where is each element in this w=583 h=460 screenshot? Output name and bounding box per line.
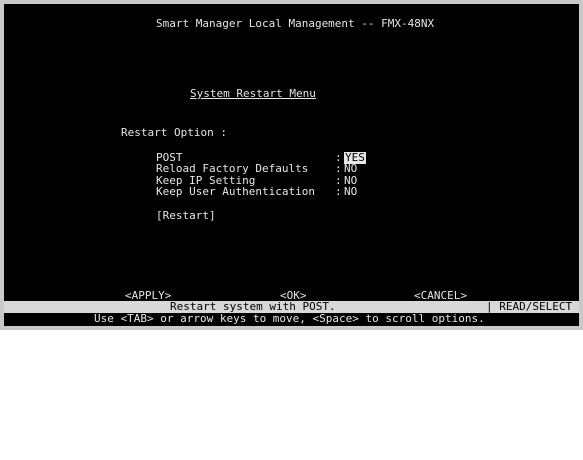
restart-button[interactable]: [Restart] bbox=[156, 210, 216, 222]
terminal-screen: Smart Manager Local Management -- FMX-48… bbox=[4, 4, 579, 326]
window-title: Smart Manager Local Management -- FMX-48… bbox=[156, 17, 435, 30]
option-label-keep-user-authentication: Keep User Authentication bbox=[156, 185, 315, 198]
option-value-keep-user-authentication[interactable]: NO bbox=[344, 186, 357, 198]
menu-title: System Restart Menu bbox=[190, 87, 316, 100]
terminal-frame: Smart Manager Local Management -- FMX-48… bbox=[0, 0, 583, 330]
help-text: Use <TAB> or arrow keys to move, <Space>… bbox=[94, 312, 485, 325]
status-mode: | READ/SELECT bbox=[486, 300, 573, 313]
option-separator: : bbox=[335, 185, 342, 198]
restart-option-label: Restart Option : bbox=[121, 126, 227, 139]
